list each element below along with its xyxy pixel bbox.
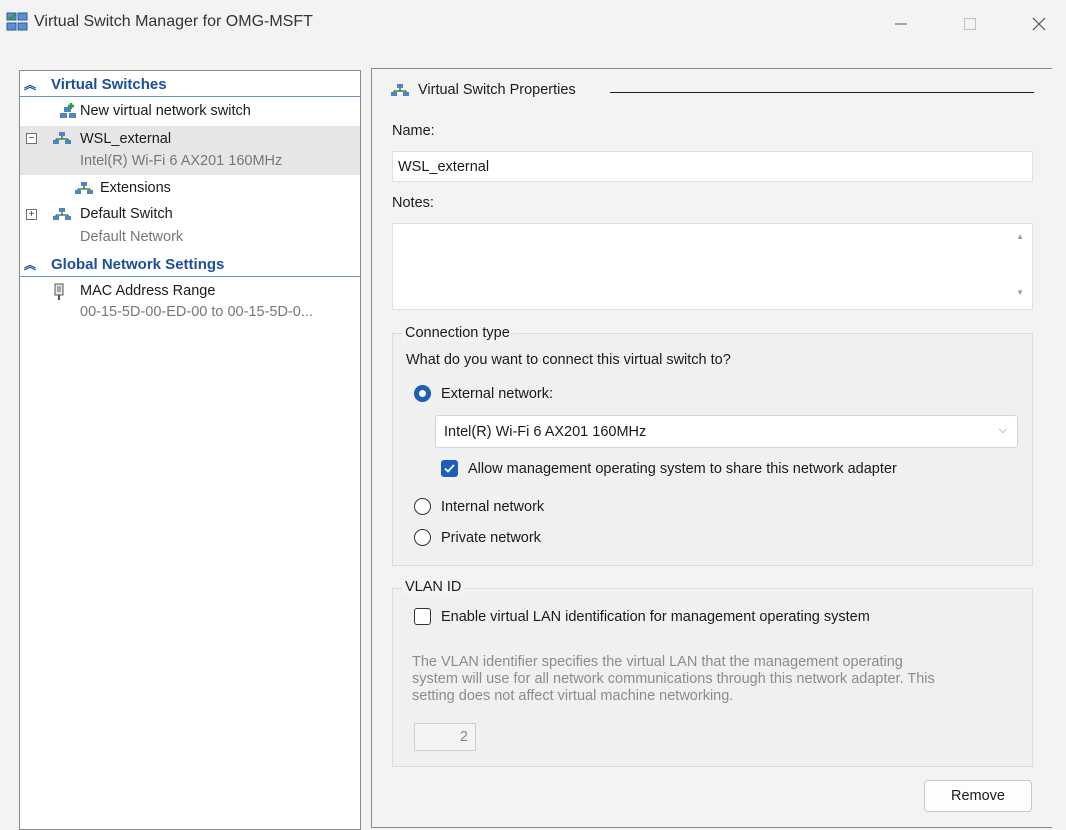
internal-network-radio[interactable]: Internal network — [414, 498, 544, 515]
close-button[interactable] — [1016, 4, 1062, 44]
switch-properties-panel: Virtual Switch Properties Name: WSL_exte… — [371, 68, 1052, 828]
network-adapter-select[interactable]: Intel(R) Wi-Fi 6 AX201 160MHz ⌵ — [435, 415, 1018, 448]
notes-textarea[interactable]: ▲ ▼ — [392, 223, 1033, 310]
maximize-icon — [964, 18, 976, 30]
tree-item-new-switch[interactable]: New virtual network switch — [20, 98, 360, 125]
title-bar: Virtual Switch Manager for OMG-MSFT — [0, 0, 1066, 48]
vlan-id-spinner: 2 — [414, 723, 476, 751]
notes-label: Notes: — [392, 195, 434, 211]
minimize-button[interactable] — [878, 4, 924, 44]
window-title: Virtual Switch Manager for OMG-MSFT — [34, 13, 313, 30]
collapse-chevron-icon: ︽ — [24, 258, 37, 272]
vlan-description: The VLAN identifier specifies the virtua… — [412, 654, 935, 704]
network-switch-icon — [391, 84, 409, 96]
network-switch-icon — [53, 208, 71, 220]
new-switch-icon — [60, 103, 76, 118]
enable-vlan-checkbox[interactable]: Enable virtual LAN identification for ma… — [414, 608, 870, 625]
name-label: Name: — [392, 123, 435, 139]
connection-type-title: Connection type — [402, 325, 513, 341]
network-adapter-icon — [54, 283, 64, 300]
expand-icon[interactable]: + — [26, 209, 37, 220]
global-network-settings-header[interactable]: ︽ Global Network Settings — [20, 254, 360, 277]
minimize-icon — [895, 23, 907, 25]
collapse-chevron-icon: ︽ — [24, 78, 37, 92]
collapse-icon[interactable]: − — [26, 133, 37, 144]
scroll-down-icon[interactable]: ▼ — [1016, 288, 1024, 297]
network-switch-icon — [53, 132, 71, 144]
header-divider — [610, 92, 1034, 93]
allow-management-os-checkbox[interactable]: Allow management operating system to sha… — [441, 460, 897, 477]
properties-header: Virtual Switch Properties — [390, 82, 576, 98]
tree-item-extensions[interactable]: Extensions — [20, 176, 360, 200]
connection-question: What do you want to connect this virtual… — [406, 352, 731, 368]
vlan-id-title: VLAN ID — [402, 579, 465, 595]
virtual-switch-manager-icon — [6, 12, 28, 31]
tree-item-wsl-external[interactable]: − WSL_external Intel(R) Wi-Fi 6 AX201 16… — [20, 126, 360, 175]
tree-item-default-switch[interactable]: + Default Switch Default Network — [20, 202, 360, 250]
name-input[interactable]: WSL_external — [392, 151, 1033, 182]
tree-item-mac-address-range[interactable]: MAC Address Range 00-15-5D-00-ED-00 to 0… — [20, 279, 360, 327]
private-network-radio[interactable]: Private network — [414, 529, 541, 546]
switch-tree: ︽ Virtual Switches New virtual network s… — [19, 70, 361, 830]
close-icon — [1032, 17, 1046, 31]
maximize-button[interactable] — [947, 4, 993, 44]
external-network-radio[interactable]: External network: — [414, 385, 553, 402]
checkmark-icon — [444, 464, 455, 473]
remove-button[interactable]: Remove — [924, 780, 1032, 812]
network-switch-icon — [75, 182, 93, 194]
chevron-down-icon: ⌵ — [998, 424, 1007, 436]
scroll-up-icon[interactable]: ▲ — [1016, 232, 1024, 241]
virtual-switches-header[interactable]: ︽ Virtual Switches — [20, 74, 360, 97]
